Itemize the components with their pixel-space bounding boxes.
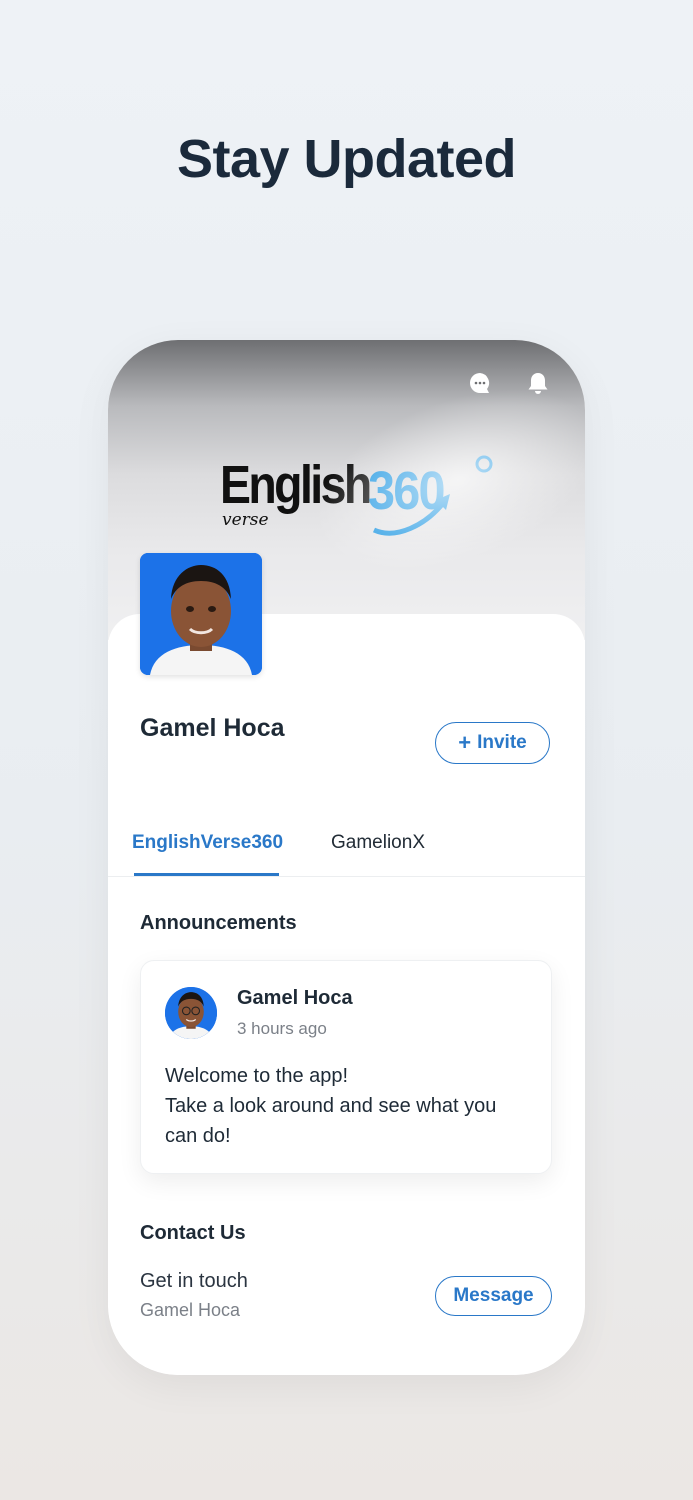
post-timestamp: 3 hours ago — [237, 1019, 327, 1038]
active-tab-indicator — [134, 873, 279, 876]
contact-line: Get in touch — [140, 1270, 248, 1292]
contact-title: Contact Us — [140, 1222, 246, 1244]
invite-button[interactable]: + Invite — [435, 722, 550, 764]
logo-english-text: English — [220, 455, 372, 515]
logo-number-text: 360 — [368, 461, 446, 521]
profile-avatar — [140, 553, 262, 675]
plus-icon: + — [458, 730, 472, 755]
person-avatar-icon — [165, 987, 217, 1039]
message-button[interactable]: Message — [435, 1276, 552, 1316]
logo-arrow-icon — [372, 455, 493, 536]
bell-icon[interactable] — [525, 370, 551, 396]
post-author-name: Gamel Hoca — [237, 987, 353, 1009]
contact-name: Gamel Hoca — [140, 1300, 241, 1320]
page-headline: Stay Updated — [176, 129, 517, 189]
invite-label: Invite — [477, 732, 527, 753]
post-author-avatar — [165, 987, 217, 1039]
post-body-line: Take a look around and see what you — [165, 1095, 497, 1117]
announcement-post[interactable]: Gamel Hoca 3 hours ago Welcome to the ap… — [140, 960, 552, 1174]
tab-englishverse360[interactable]: EnglishVerse360 — [132, 832, 283, 854]
announcements-title: Announcements — [140, 912, 297, 934]
logo-verse-text: verse — [222, 510, 269, 530]
person-avatar-icon — [140, 553, 262, 675]
chat-icon[interactable] — [467, 370, 493, 396]
post-body-line: Welcome to the app! — [165, 1065, 349, 1087]
profile-name: Gamel Hoca — [140, 714, 285, 742]
post-body-line: can do! — [165, 1125, 231, 1147]
phone-frame: English verse 360 Gamel Hoca + Invite En… — [108, 340, 585, 1375]
app-logo: English verse 360 — [220, 448, 493, 540]
tab-bar: EnglishVerse360 GamelionX — [108, 824, 585, 877]
tab-gamelionx[interactable]: GamelionX — [331, 832, 425, 854]
post-body: Welcome to the app! Take a look around a… — [165, 1061, 535, 1151]
